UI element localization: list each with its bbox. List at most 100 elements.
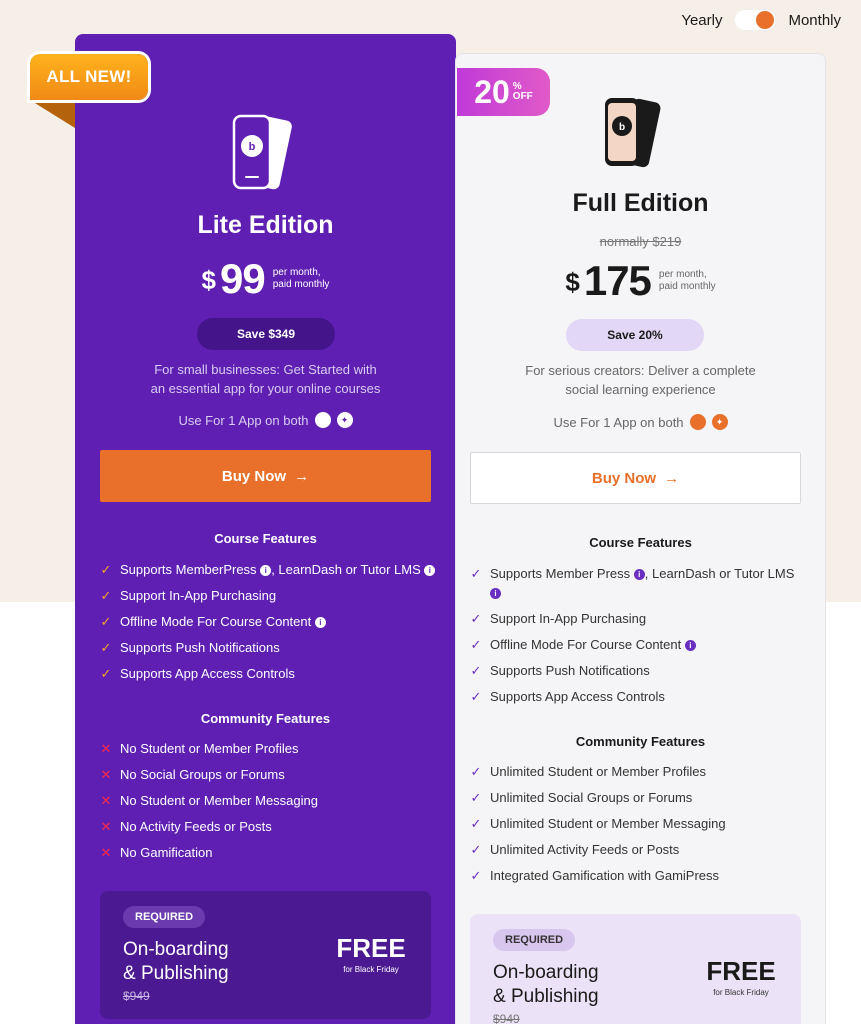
info-icon[interactable]: i bbox=[314, 617, 326, 629]
check-icon: ✓ bbox=[100, 614, 112, 629]
full-course-feature: ✓ Support In-App Purchasing bbox=[470, 611, 647, 626]
app-phone-icon: b bbox=[605, 98, 661, 168]
full-course-feature: ✓ Supports App Access Controls bbox=[470, 689, 665, 704]
full-course-feature: ✓ Supports Member Press i, LearnDash or … bbox=[470, 566, 795, 600]
lite-community-feature: ✕ No Gamification bbox=[100, 845, 213, 860]
check-icon: ✓ bbox=[470, 764, 482, 779]
full-currency: $ bbox=[565, 267, 580, 297]
billing-toggle[interactable] bbox=[734, 9, 777, 31]
apple-icon bbox=[314, 412, 331, 428]
check-icon: ✓ bbox=[470, 868, 482, 883]
full-description: For serious creators: Deliver a complete… bbox=[525, 363, 756, 397]
svg-text:b: b bbox=[249, 141, 256, 153]
lite-course-features-title: Course Features bbox=[214, 531, 317, 546]
full-community-feature: ✓ Unlimited Student or Member Profiles bbox=[470, 764, 707, 779]
check-icon: ✓ bbox=[470, 790, 482, 805]
all-new-ribbon: ALL NEW! bbox=[30, 54, 148, 100]
lite-course-feature: ✓ Support In-App Purchasing bbox=[100, 588, 277, 603]
full-plan-card: b Full Edition normally $219 $ 175 per m… bbox=[455, 53, 826, 1024]
full-use-for: Use For 1 App on both bbox=[553, 414, 684, 430]
onboarding-title: On-boarding & Publishing bbox=[123, 939, 229, 984]
apple-icon bbox=[689, 414, 706, 430]
cross-icon: ✕ bbox=[100, 793, 112, 808]
lite-community-feature: ✕ No Activity Feeds or Posts bbox=[100, 819, 272, 834]
full-community-features-title: Community Features bbox=[575, 734, 706, 749]
required-badge: REQUIRED bbox=[123, 906, 206, 928]
svg-text:b: b bbox=[619, 122, 625, 133]
toggle-knob bbox=[756, 11, 775, 29]
free-subtitle: for Black Friday bbox=[713, 988, 769, 997]
check-icon: ✓ bbox=[470, 663, 482, 678]
lite-course-feature: ✓ Supports Push Notifications bbox=[100, 640, 280, 655]
onboarding-old-price: $949 bbox=[123, 989, 150, 1003]
lite-plan-card: b Lite Edition $ 99 per month, paid month… bbox=[75, 34, 456, 1024]
lite-course-feature: ✓ Supports MemberPress i, LearnDash or T… bbox=[99, 560, 436, 579]
info-icon[interactable]: i bbox=[424, 565, 436, 577]
full-community-feature: ✓ Unlimited Activity Feeds or Posts bbox=[470, 842, 680, 857]
info-icon[interactable]: i bbox=[260, 565, 272, 577]
discount-suffix: % OFF bbox=[512, 80, 533, 102]
check-icon: ✓ bbox=[100, 588, 112, 603]
check-icon: ✓ bbox=[470, 637, 482, 652]
lite-community-feature: ✕ No Student or Member Messaging bbox=[100, 793, 318, 808]
arrow-right-icon: → bbox=[294, 467, 310, 485]
lite-price: $ 99 per month, paid monthly bbox=[75, 258, 456, 300]
full-course-feature: ✓ Supports Push Notifications bbox=[470, 663, 650, 678]
full-price-amount: 175 bbox=[583, 257, 652, 304]
check-icon: ✓ bbox=[470, 689, 482, 704]
lite-price-amount: 99 bbox=[220, 255, 266, 302]
required-badge: REQUIRED bbox=[493, 929, 576, 951]
android-icon: ✦ bbox=[336, 412, 353, 428]
lite-title: Lite Edition bbox=[197, 211, 334, 239]
full-buy-button[interactable]: Buy Now → bbox=[470, 452, 801, 504]
full-price: $ 175 per month, paid monthly bbox=[456, 260, 825, 302]
yearly-label[interactable]: Yearly bbox=[681, 12, 722, 29]
info-icon[interactable]: i bbox=[684, 640, 696, 652]
app-phone-icon: b bbox=[232, 114, 292, 190]
cross-icon: ✕ bbox=[100, 819, 112, 834]
discount-number: 20 bbox=[474, 74, 510, 110]
info-icon[interactable]: i bbox=[490, 588, 501, 600]
full-platforms: Use For 1 App on both ✦ bbox=[456, 414, 825, 430]
check-icon: ✓ bbox=[100, 666, 112, 681]
full-price-period: per month, paid monthly bbox=[658, 269, 716, 292]
lite-course-feature: ✓ Offline Mode For Course Content i bbox=[99, 612, 326, 631]
lite-community-feature: ✕ No Social Groups or Forums bbox=[100, 767, 285, 782]
lite-use-for: Use For 1 App on both bbox=[178, 412, 309, 428]
free-label: FREE bbox=[336, 933, 406, 963]
check-icon: ✓ bbox=[470, 816, 482, 831]
discount-badge: 20 % OFF bbox=[457, 68, 550, 116]
full-save-badge: Save 20% bbox=[566, 319, 704, 351]
full-community-feature: ✓ Integrated Gamification with GamiPress bbox=[470, 868, 720, 883]
full-title: Full Edition bbox=[572, 189, 709, 217]
full-onboarding-box: REQUIRED On-boarding & Publishing $949 FR… bbox=[470, 914, 801, 1024]
monthly-label[interactable]: Monthly bbox=[788, 12, 841, 29]
check-icon: ✓ bbox=[470, 566, 482, 581]
cross-icon: ✕ bbox=[100, 741, 112, 756]
lite-description: For small businesses: Get Started with an… bbox=[150, 362, 381, 396]
lite-onboarding-box: REQUIRED On-boarding & Publishing $949 FR… bbox=[100, 891, 431, 1019]
lite-price-period: per month, paid monthly bbox=[272, 267, 330, 290]
lite-buy-button[interactable]: Buy Now → bbox=[100, 450, 431, 502]
lite-community-features-title: Community Features bbox=[200, 711, 331, 726]
full-community-feature: ✓ Unlimited Social Groups or Forums bbox=[470, 790, 693, 805]
cross-icon: ✕ bbox=[100, 767, 112, 782]
lite-course-feature: ✓ Supports App Access Controls bbox=[100, 666, 295, 681]
lite-platforms: Use For 1 App on both ✦ bbox=[75, 412, 456, 428]
free-label: FREE bbox=[706, 956, 776, 986]
check-icon: ✓ bbox=[470, 611, 482, 626]
full-normal-price: normally $219 bbox=[599, 234, 682, 249]
cross-icon: ✕ bbox=[100, 845, 112, 860]
full-course-feature: ✓ Offline Mode For Course Content i bbox=[469, 635, 696, 654]
billing-toggle-row: Yearly Monthly bbox=[681, 8, 841, 32]
onboarding-old-price: $949 bbox=[493, 1012, 520, 1024]
check-icon: ✓ bbox=[100, 640, 112, 655]
full-community-feature: ✓ Unlimited Student or Member Messaging bbox=[470, 816, 726, 831]
lite-save-badge: Save $349 bbox=[197, 318, 335, 350]
check-icon: ✓ bbox=[100, 562, 112, 577]
arrow-right-icon: → bbox=[664, 469, 680, 487]
free-subtitle: for Black Friday bbox=[343, 965, 399, 974]
info-icon[interactable]: i bbox=[633, 569, 645, 581]
android-icon: ✦ bbox=[711, 414, 728, 430]
onboarding-title: On-boarding & Publishing bbox=[493, 962, 599, 1007]
